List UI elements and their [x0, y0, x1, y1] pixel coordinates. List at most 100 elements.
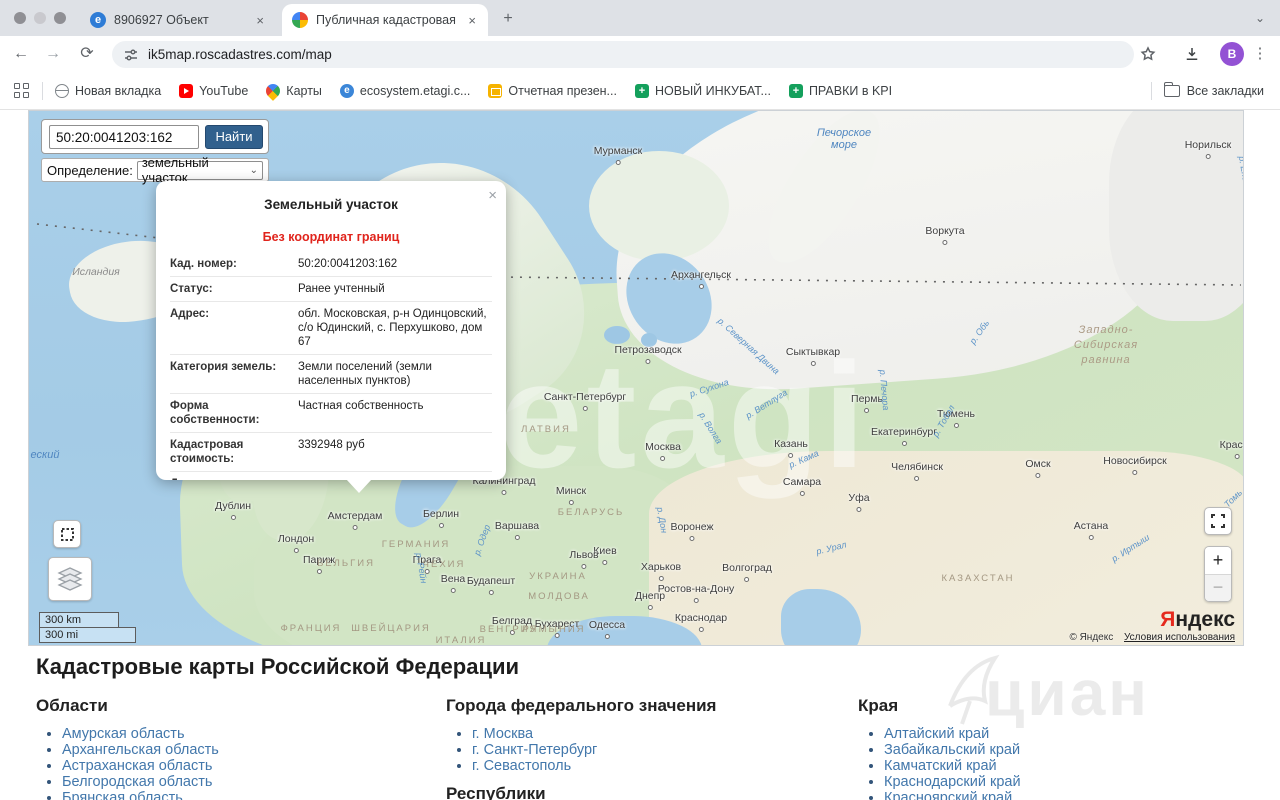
browser-toolbar: ← → ⟳ ik5map.roscadastres.com/map B ⋮ — [0, 36, 1280, 72]
tab-search-chevron-icon[interactable]: ⌄ — [1250, 9, 1270, 29]
city-marker-icon — [1133, 470, 1138, 475]
list-item: Брянская область — [62, 790, 416, 800]
city-label: Астана — [1074, 516, 1108, 540]
city-marker-icon — [352, 525, 357, 530]
city-label: Дублин — [215, 496, 251, 520]
city-name: Львов — [569, 549, 598, 561]
all-bookmarks-button[interactable]: Все закладки — [1187, 84, 1264, 98]
popup-row-label: Кад. номер: — [170, 257, 298, 271]
bookmark-label: НОВЫЙ ИНКУБАТ... — [655, 84, 771, 98]
city-marker-icon — [902, 441, 907, 446]
city-name: Минск — [556, 485, 586, 497]
map-canvas[interactable]: etagi МурманскНорильскВоркутаАрхангельск… — [28, 110, 1244, 646]
close-window-button[interactable] — [14, 12, 26, 24]
bookmark-label: YouTube — [199, 84, 248, 98]
city-name: Харьков — [641, 561, 681, 573]
city-label: Сыктывкар — [786, 342, 840, 366]
address-bar[interactable]: ik5map.roscadastres.com/map — [112, 41, 1134, 68]
terms-of-use-link[interactable]: Условия использования — [1124, 632, 1235, 643]
bookmark-star-icon[interactable] — [1136, 42, 1160, 66]
region-link[interactable]: Брянская область — [62, 790, 183, 800]
cadastral-directory-section: циан Кадастровые карты Российской Федера… — [0, 646, 1280, 800]
city-marker-icon — [1035, 473, 1040, 478]
tab-object[interactable]: e 8906927 Объект × — [80, 4, 276, 36]
browser-menu-icon[interactable]: ⋮ — [1248, 42, 1272, 66]
definition-select[interactable]: земельный участок ⌄ — [137, 161, 263, 180]
definition-label: Определение: — [47, 163, 133, 178]
city-label: Новосибирск — [1103, 451, 1166, 475]
reload-button[interactable]: ⟳ — [74, 41, 100, 67]
geo-label: еский — [31, 449, 60, 461]
region-link[interactable]: г. Севастополь — [472, 758, 571, 774]
bookmark-item[interactable]: Новая вкладка — [55, 84, 161, 98]
forward-button[interactable]: → — [40, 41, 66, 67]
zoom-in-button[interactable]: + — [1205, 547, 1231, 575]
region-link[interactable]: Алтайский край — [884, 726, 989, 742]
list-item: Алтайский край — [884, 726, 1238, 742]
region-link[interactable]: Амурская область — [62, 726, 185, 742]
column-heading: Города федерального значения — [446, 696, 826, 716]
bookmark-item[interactable]: YouTube — [179, 84, 248, 98]
url-text: ik5map.roscadastres.com/map — [148, 47, 332, 62]
city-name: Краснодар — [675, 612, 727, 624]
bookmark-item[interactable]: НОВЫЙ ИНКУБАТ... — [635, 84, 771, 98]
zoom-out-button[interactable]: − — [1205, 575, 1231, 602]
bookmark-item[interactable]: ПРАВКИ в KPI — [789, 84, 892, 98]
city-marker-icon — [1089, 535, 1094, 540]
area-select-button[interactable] — [53, 520, 81, 548]
yandex-logo[interactable]: Яндекс — [1160, 608, 1235, 632]
city-label: Омск — [1025, 454, 1050, 478]
back-button[interactable]: ← — [8, 41, 34, 67]
profile-avatar[interactable]: B — [1220, 42, 1244, 66]
list-item: г. Санкт-Петербург — [472, 742, 826, 758]
city-name: Вена — [441, 573, 465, 585]
new-tab-button[interactable]: + — [498, 9, 518, 29]
tune-icon — [124, 48, 138, 62]
city-marker-icon — [293, 548, 298, 553]
maximize-window-button[interactable] — [54, 12, 66, 24]
tab-close-icon[interactable]: × — [466, 13, 478, 28]
city-label: Берлин — [423, 504, 459, 528]
region-link[interactable]: Забайкальский край — [884, 742, 1020, 758]
bookmark-item[interactable]: Карты — [266, 84, 322, 98]
find-button[interactable]: Найти — [205, 125, 263, 149]
popup-row-value: Земли поселений (земли населенных пункто… — [298, 360, 492, 388]
region-label: ИТАЛИЯ — [436, 635, 487, 646]
city-marker-icon — [501, 490, 506, 495]
layers-button[interactable] — [48, 557, 92, 601]
city-marker-icon — [615, 160, 620, 165]
city-name: Сыктывкар — [786, 346, 840, 358]
region-link[interactable]: Астраханская область — [62, 758, 212, 774]
fullscreen-button[interactable] — [1204, 507, 1232, 535]
region-link[interactable]: Камчатский край — [884, 758, 997, 774]
popup-close-icon[interactable]: × — [488, 187, 497, 204]
bookmark-item[interactable]: eecosystem.etagi.c... — [340, 84, 470, 98]
city-name: Лондон — [278, 533, 314, 545]
fullscreen-icon — [1211, 514, 1225, 528]
youtube-icon — [179, 84, 193, 98]
city-marker-icon — [317, 569, 322, 574]
bookmark-item[interactable]: Отчетная презен... — [488, 84, 617, 98]
search-input[interactable] — [49, 125, 199, 149]
region-link[interactable]: г. Москва — [472, 726, 533, 742]
city-marker-icon — [515, 535, 520, 540]
apps-grid-icon[interactable] — [14, 83, 30, 99]
region-link[interactable]: Краснодарский край — [884, 774, 1021, 790]
region-link[interactable]: Белгородская область — [62, 774, 212, 790]
region-link[interactable]: Архангельская область — [62, 742, 219, 758]
region-link[interactable]: г. Санкт-Петербург — [472, 742, 597, 758]
list-item: Краснодарский край — [884, 774, 1238, 790]
tab-cadastral-map[interactable]: Публичная кадастровая кар × — [282, 4, 488, 36]
page-title: Кадастровые карты Российской Федерации — [36, 654, 519, 680]
download-icon[interactable] — [1180, 42, 1204, 66]
city-marker-icon — [953, 423, 958, 428]
region-link[interactable]: Красноярский край — [884, 790, 1012, 800]
city-label: Львов — [569, 545, 598, 569]
city-marker-icon — [605, 634, 610, 639]
city-label: Амстердам — [328, 506, 383, 530]
list-item: Архангельская область — [62, 742, 416, 758]
window-controls[interactable] — [14, 12, 66, 24]
minimize-window-button[interactable] — [34, 12, 46, 24]
city-marker-icon — [800, 491, 805, 496]
tab-close-icon[interactable]: × — [254, 13, 266, 28]
